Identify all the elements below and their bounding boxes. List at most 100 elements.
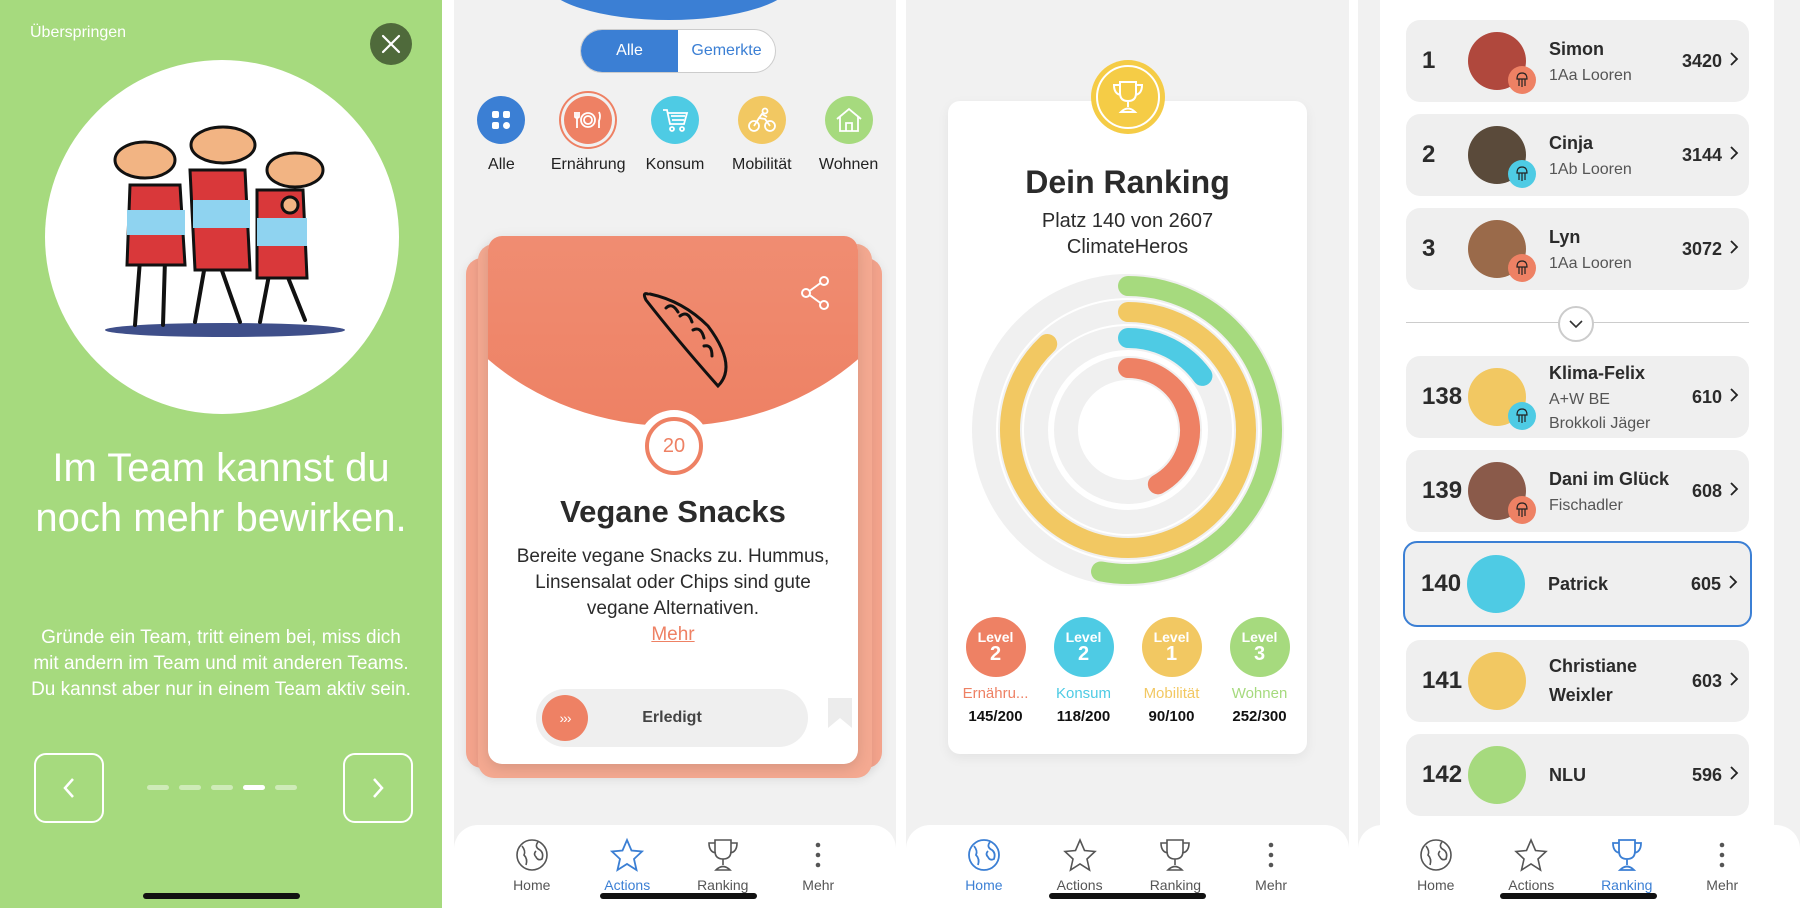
tab-mehr[interactable]: Mehr	[1682, 825, 1762, 908]
chevron-right-icon	[1730, 766, 1739, 780]
chevron-right-icon	[1730, 146, 1739, 160]
slide-handle[interactable]: ›››	[542, 695, 588, 741]
tab-mehr[interactable]: Mehr	[778, 825, 858, 908]
trophy-icon	[1611, 839, 1642, 871]
leaderboard-row-me[interactable]: 140 Patrick 605	[1403, 541, 1752, 627]
player-rank: 141	[1422, 667, 1463, 694]
tab-label: Mehr	[1706, 877, 1739, 893]
category-konsum[interactable]: Konsum	[632, 96, 719, 174]
player-avatar	[1468, 652, 1526, 710]
tab-home[interactable]: Home	[1396, 825, 1476, 908]
leaderboard-row[interactable]: 139 Dani im Glück Fischadler 608	[1406, 450, 1749, 532]
leaderboard-row[interactable]: 2 Cinja 1Ab Looren 3144	[1406, 114, 1749, 196]
more-icon	[1719, 842, 1725, 868]
player-score: 3144	[1681, 144, 1722, 165]
leaderboard-row[interactable]: 141 Christiane Weixler 603	[1406, 640, 1749, 722]
segment-alle[interactable]: Alle	[581, 30, 678, 72]
card-description: Bereite vegane Snacks zu. Hummus, Linsen…	[508, 544, 838, 648]
tab-label: Ranking	[1149, 877, 1202, 893]
player-rank: 139	[1422, 477, 1463, 504]
category-alle[interactable]: Alle	[458, 96, 545, 174]
ranking-summary-screen: Dein Ranking Platz 140 von 2607 ClimateH…	[906, 0, 1349, 908]
bike-icon	[737, 96, 786, 144]
trophy-icon	[1112, 81, 1144, 113]
bookmark-button[interactable]	[828, 698, 852, 733]
home-indicator	[1049, 893, 1206, 899]
level-item[interactable]: Level 3 Wohnen 252/300	[1225, 617, 1295, 725]
onboarding-headline: Im Team kannst du noch mehr bewirken.	[35, 446, 407, 540]
page-dot-active[interactable]	[243, 785, 265, 790]
tab-mehr[interactable]: Mehr	[1231, 825, 1311, 908]
player-score: 610	[1691, 386, 1722, 407]
chevron-right-icon	[1729, 575, 1738, 589]
tab-home[interactable]: Home	[492, 825, 572, 908]
category-ernaehrung[interactable]: Ernährung	[545, 96, 632, 174]
team-illustration	[45, 60, 399, 414]
star-icon	[1514, 837, 1549, 872]
segment-gemerkte[interactable]: Gemerkte	[678, 30, 775, 72]
leaderboard-row[interactable]: 142 NLU 596	[1406, 734, 1749, 816]
page-dot[interactable]	[179, 785, 201, 790]
category-mobilitaet[interactable]: Mobilität	[718, 96, 805, 174]
tab-label: Actions	[1508, 877, 1555, 893]
more-icon	[1268, 842, 1274, 868]
trophy-icon	[707, 839, 738, 871]
ranking-subtitle: Platz 140 von 2607 ClimateHeros	[906, 208, 1349, 260]
category-label: Wohnen	[818, 156, 879, 173]
star-icon	[1062, 837, 1097, 872]
player-avatar	[1467, 555, 1525, 613]
level-category: Konsum	[1055, 685, 1112, 702]
level-item[interactable]: Level 2 Konsum 118/200	[1049, 617, 1119, 725]
level-category: Mobilität	[1143, 685, 1200, 702]
expand-list-button[interactable]	[1558, 306, 1594, 342]
home-indicator	[1500, 893, 1657, 899]
player-rank: 2	[1422, 141, 1436, 168]
chevrons-icon: ›››	[559, 710, 572, 726]
share-button[interactable]	[800, 276, 830, 315]
previous-button[interactable]	[34, 753, 104, 823]
page-dot[interactable]	[147, 785, 169, 790]
trophy-badge	[1091, 60, 1165, 134]
category-label: Konsum	[645, 156, 705, 173]
page-indicator	[147, 785, 297, 790]
globe-icon	[515, 839, 548, 871]
more-link[interactable]: Mehr	[651, 624, 694, 645]
level-number: 3	[1253, 643, 1266, 665]
tab-label: Home	[965, 877, 1003, 893]
fish-badge-icon	[1508, 496, 1536, 524]
leaderboard-row[interactable]: 3 Lyn 1Aa Looren 3072	[1406, 208, 1749, 290]
category-wohnen[interactable]: Wohnen	[805, 96, 892, 174]
points-badge: 20	[638, 410, 710, 482]
level-category: Wohnen	[1231, 685, 1288, 702]
done-slider[interactable]: ››› Erledigt	[536, 689, 808, 747]
player-avatar	[1468, 746, 1526, 804]
chevron-right-icon	[373, 778, 384, 798]
team-figures-icon	[105, 125, 345, 337]
category-label: Alle	[488, 156, 515, 173]
level-word: Level	[1153, 629, 1190, 645]
level-score: 118/200	[1056, 708, 1111, 725]
level-item[interactable]: Level 2 Ernähru... 145/200	[961, 617, 1031, 725]
page-dot[interactable]	[275, 785, 297, 790]
globe-icon	[1419, 839, 1452, 871]
level-badge: Level 2	[1053, 617, 1114, 677]
grid-icon	[477, 96, 526, 144]
header-shape	[544, 0, 794, 20]
tab-label: Ranking	[697, 877, 749, 893]
level-number: 1	[1165, 643, 1178, 665]
star-icon	[610, 837, 645, 872]
tab-home[interactable]: Home	[944, 825, 1024, 908]
page-dot[interactable]	[211, 785, 233, 790]
level-badge: Level 1	[1141, 617, 1202, 677]
chevron-right-icon	[1730, 240, 1739, 254]
level-item[interactable]: Level 1 Mobilität 90/100	[1137, 617, 1207, 725]
leaderboard-row[interactable]: 1 Simon 1Aa Looren 3420	[1406, 20, 1749, 102]
close-button[interactable]	[370, 23, 412, 65]
skip-link[interactable]: Überspringen	[30, 24, 126, 42]
tab-label: Mehr	[1255, 877, 1288, 893]
next-button[interactable]	[343, 753, 413, 823]
category-label: Ernährung	[550, 156, 626, 173]
action-card[interactable]: 20 Vegane Snacks Bereite vegane Snacks z…	[488, 236, 858, 764]
leaderboard-row[interactable]: 138 Klima-Felix A+W BE Brokkoli Jäger 610	[1406, 356, 1749, 438]
tab-label: Mehr	[802, 877, 835, 893]
